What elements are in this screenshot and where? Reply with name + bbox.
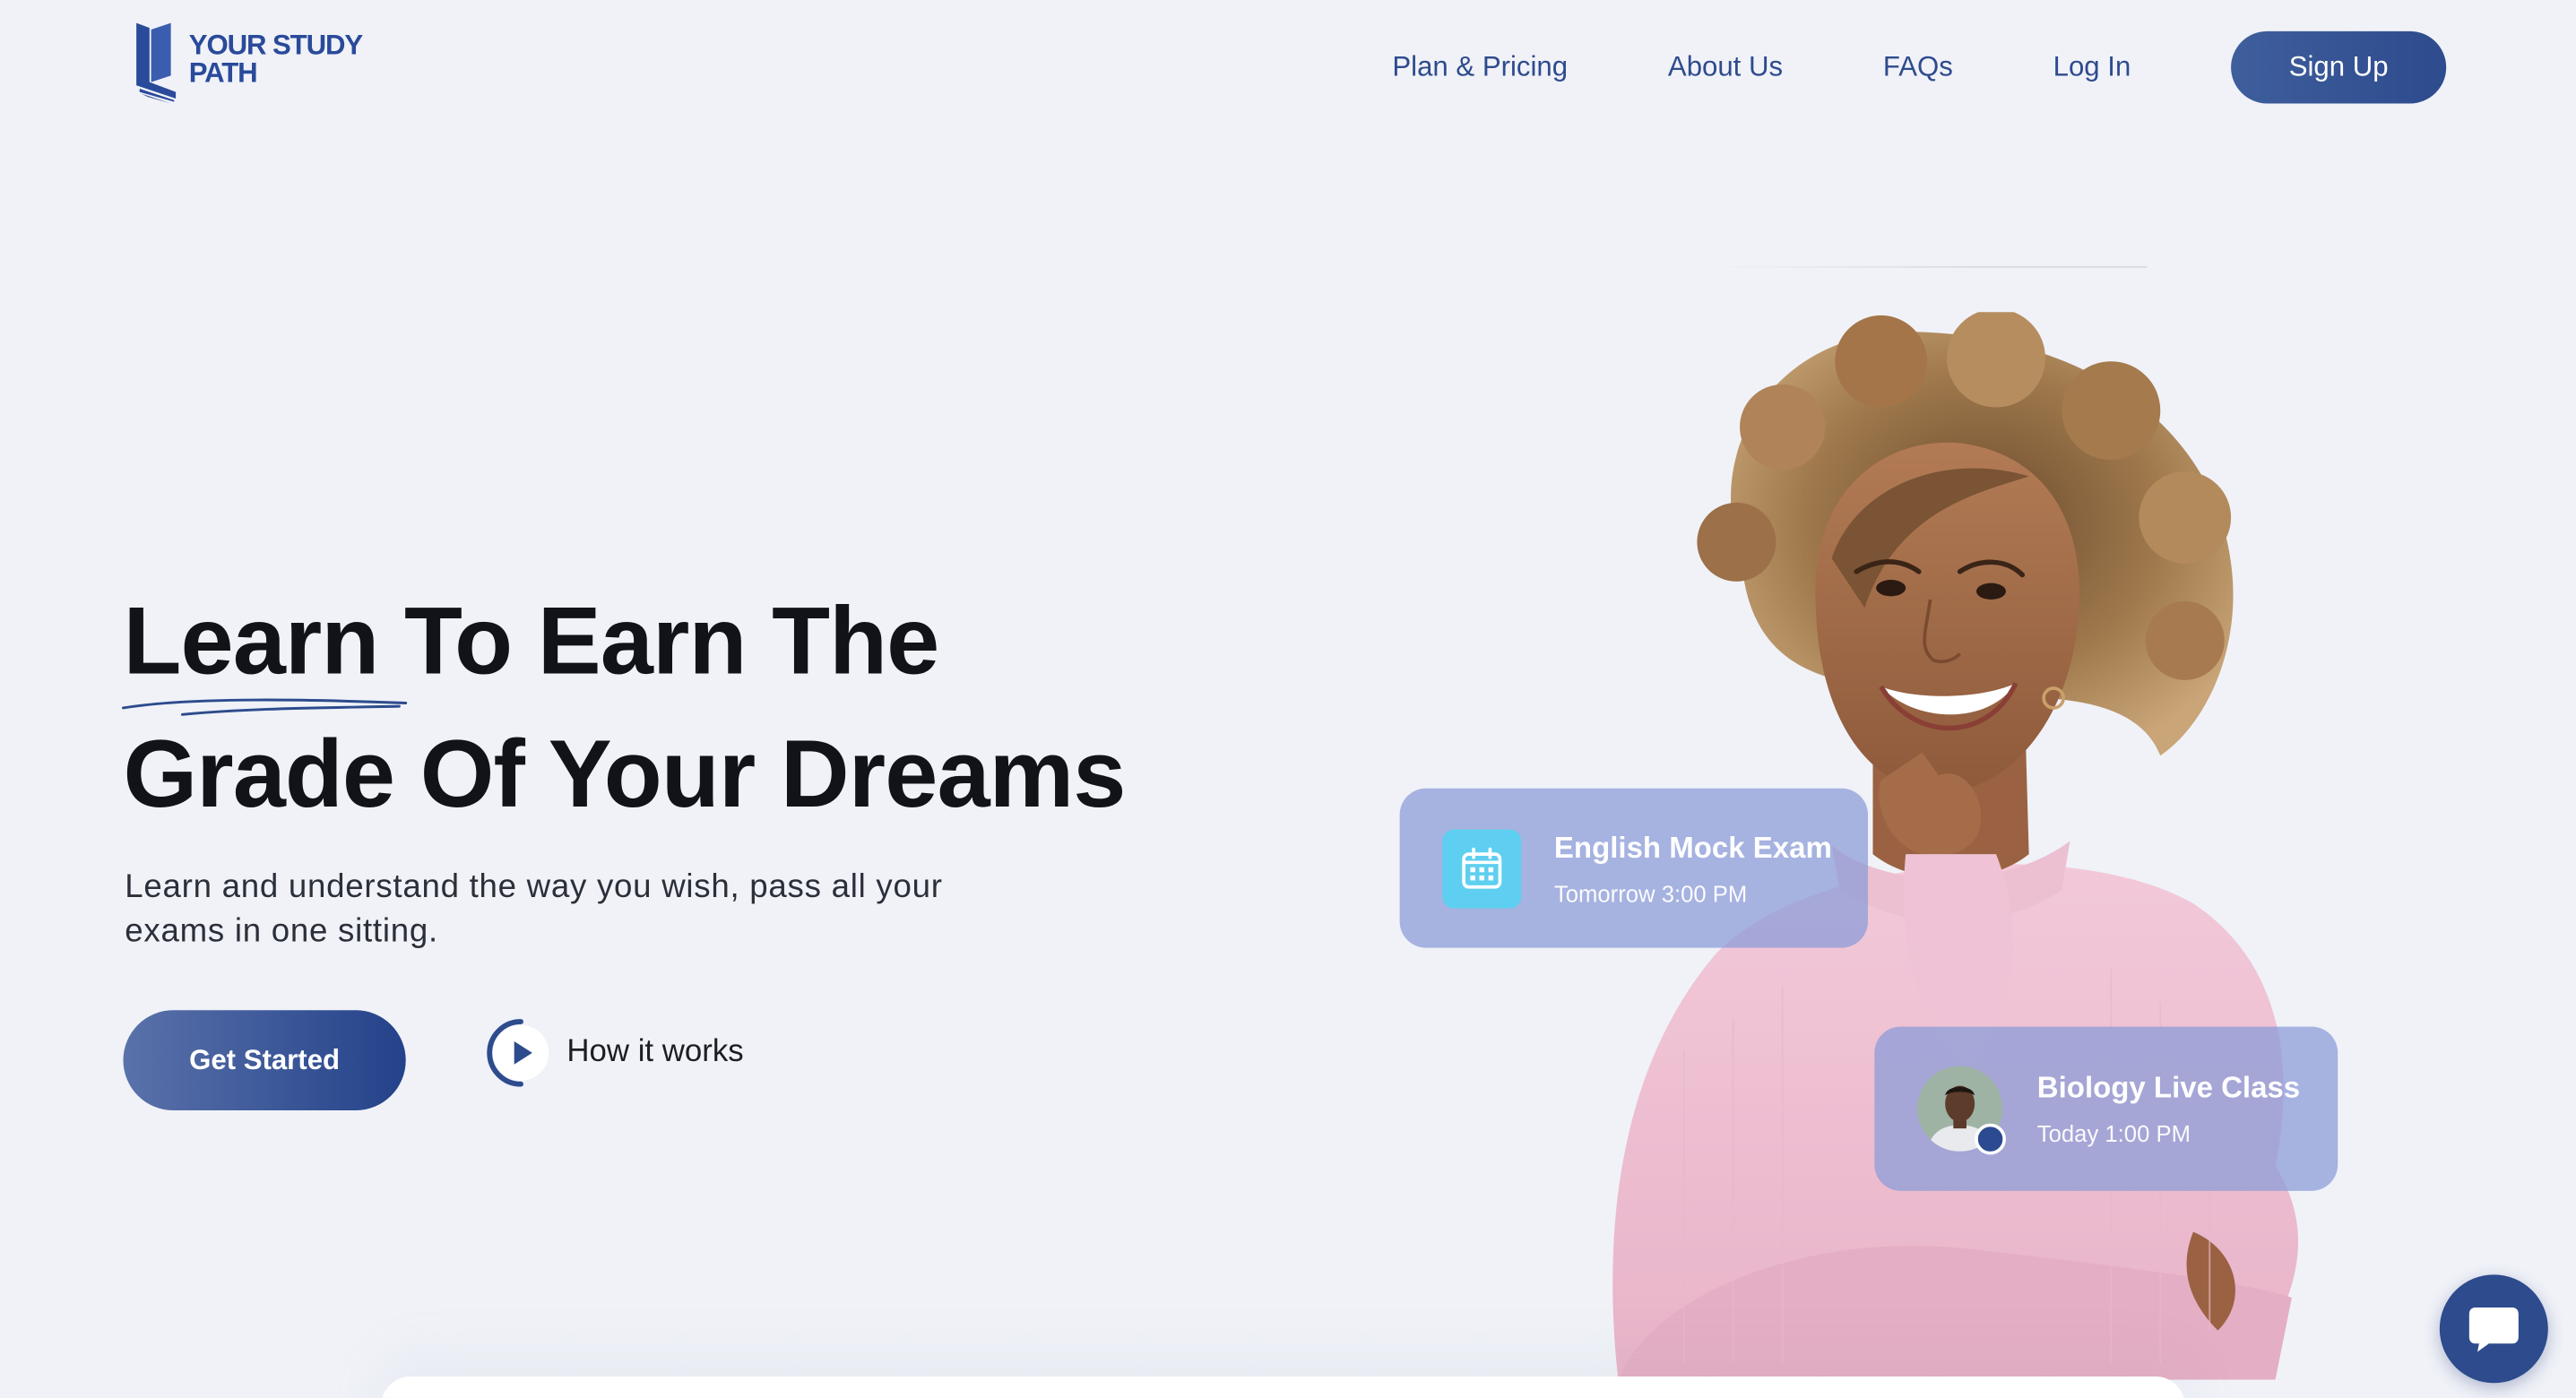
exam-card-text: English Mock Exam Tomorrow 3:00 PM [1554, 831, 1832, 906]
live-class-card[interactable]: Biology Live Class Today 1:00 PM [1874, 1026, 2338, 1191]
main-nav: Plan & Pricing About Us FAQs Log In Sign… [1392, 30, 2447, 104]
brand-name: YOUR STUDY PATH [188, 29, 363, 89]
brand-line-1: YOUR STUDY [188, 29, 363, 61]
calendar-icon [1442, 828, 1522, 908]
teacher-avatar [1916, 1066, 2006, 1155]
hero-title-underlined-word: Learn [123, 588, 379, 695]
online-status-dot [1975, 1123, 2006, 1155]
live-class-card-text: Biology Live Class Today 1:00 PM [2037, 1071, 2300, 1146]
hero-title-line-1: Learn To Earn The [122, 575, 1125, 716]
page: YOUR STUDY PATH Plan & Pricing About Us … [0, 0, 2576, 1398]
exam-card-time: Tomorrow 3:00 PM [1553, 879, 1748, 906]
how-it-works-label: How it works [566, 1034, 744, 1070]
chat-button[interactable] [2439, 1274, 2548, 1384]
brand-line-2: PATH [188, 57, 258, 89]
hero-title-line-1-rest: To Earn The [378, 588, 939, 695]
hero-title: Learn To Earn The Grade Of Your Dreams [122, 575, 1126, 841]
hero-title-line-2: Grade Of Your Dreams [123, 721, 1126, 828]
nav-log-in[interactable]: Log In [2053, 51, 2131, 84]
how-it-works-button[interactable]: How it works [485, 1017, 744, 1090]
logo-icon [136, 22, 177, 104]
play-icon [487, 1019, 549, 1087]
hero-title-highlight: Learn [122, 575, 408, 716]
hero-subtitle: Learn and understand the way you wish, p… [125, 868, 943, 950]
brand-logo[interactable]: YOUR STUDY PATH [132, 20, 363, 105]
nav-faqs[interactable]: FAQs [1883, 51, 1953, 84]
exam-reminder-card[interactable]: English Mock Exam Tomorrow 3:00 PM [1399, 788, 1869, 948]
sign-up-button[interactable]: Sign Up [2231, 30, 2447, 104]
nav-about-us[interactable]: About Us [1668, 51, 1783, 84]
get-started-button[interactable]: Get Started [123, 1010, 406, 1111]
live-class-time: Today 1:00 PM [2036, 1120, 2191, 1147]
next-section-panel [381, 1376, 2185, 1398]
divider [1716, 265, 2148, 268]
live-class-title: Biology Live Class [2036, 1071, 2301, 1104]
scribble-underline [122, 698, 408, 716]
exam-card-title: English Mock Exam [1553, 830, 1832, 864]
chat-icon [2468, 1307, 2519, 1352]
nav-plan-pricing[interactable]: Plan & Pricing [1392, 51, 1568, 84]
